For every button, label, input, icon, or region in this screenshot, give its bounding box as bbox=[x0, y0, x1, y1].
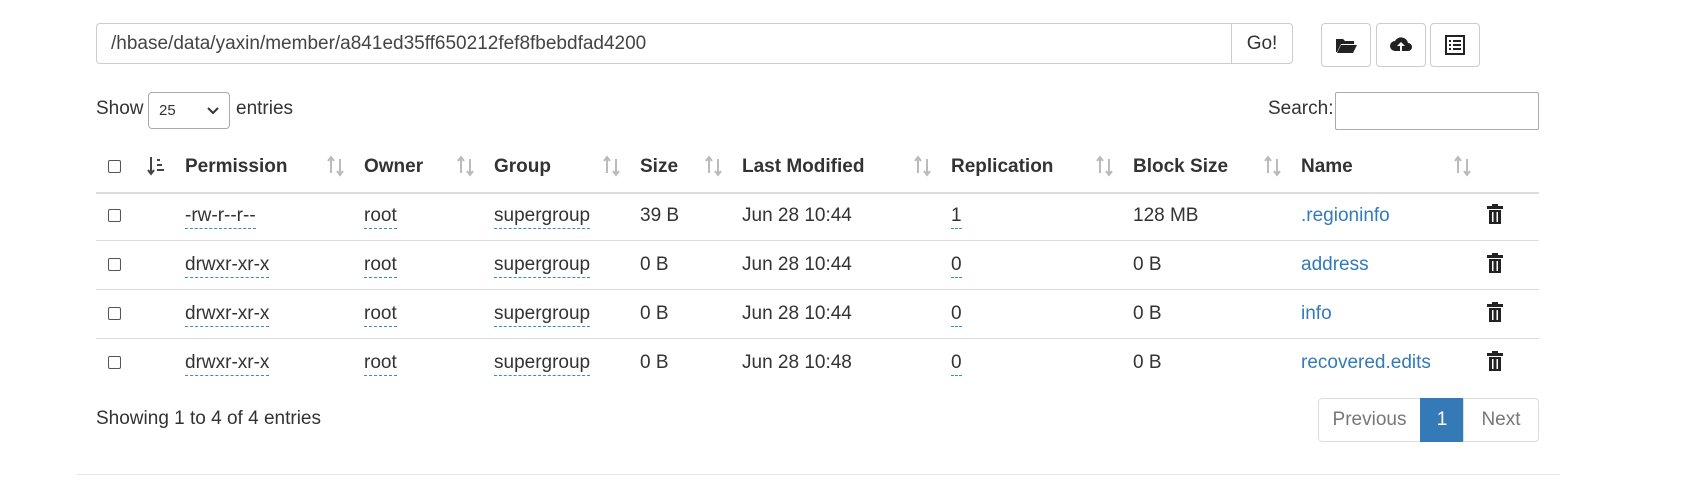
cut-paste-button[interactable] bbox=[1430, 23, 1480, 67]
modified-cell: Jun 28 10:44 bbox=[742, 254, 852, 275]
sort-icon[interactable] bbox=[326, 155, 346, 177]
block-size-cell: 0 B bbox=[1133, 303, 1162, 324]
row-checkbox[interactable] bbox=[108, 258, 121, 271]
trash-icon[interactable] bbox=[1485, 350, 1505, 372]
sort-icon[interactable] bbox=[1453, 155, 1473, 177]
entries-select-value: 25 bbox=[159, 102, 176, 119]
column-permission[interactable]: Permission bbox=[185, 156, 287, 178]
entries-select[interactable]: 25 bbox=[148, 92, 230, 129]
replication-cell[interactable]: 0 bbox=[951, 352, 962, 376]
modified-cell: Jun 28 10:44 bbox=[742, 303, 852, 324]
show-label: Show bbox=[96, 98, 144, 119]
file-name-link[interactable]: address bbox=[1301, 254, 1369, 276]
permission-cell[interactable]: drwxr-xr-x bbox=[185, 352, 270, 376]
size-cell: 39 B bbox=[640, 205, 680, 226]
folder-open-icon bbox=[1336, 39, 1357, 53]
next-page-button[interactable]: Next bbox=[1463, 398, 1539, 442]
replication-cell[interactable]: 0 bbox=[951, 303, 962, 327]
size-cell: 0 B bbox=[640, 352, 669, 373]
file-name-link[interactable]: info bbox=[1301, 303, 1332, 325]
column-block-size[interactable]: Block Size bbox=[1133, 156, 1228, 178]
sort-icon[interactable] bbox=[913, 155, 933, 177]
cloud-upload-icon bbox=[1390, 37, 1412, 51]
select-all-checkbox[interactable] bbox=[108, 160, 121, 173]
owner-cell[interactable]: root bbox=[364, 205, 397, 229]
column-size[interactable]: Size bbox=[640, 156, 678, 178]
sort-icon[interactable] bbox=[704, 155, 724, 177]
bottom-divider bbox=[77, 474, 1560, 475]
permission-cell[interactable]: drwxr-xr-x bbox=[185, 303, 270, 327]
block-size-cell: 128 MB bbox=[1133, 205, 1199, 226]
size-cell: 0 B bbox=[640, 303, 669, 324]
replication-cell[interactable]: 1 bbox=[951, 205, 962, 229]
column-replication[interactable]: Replication bbox=[951, 156, 1053, 178]
group-cell[interactable]: supergroup bbox=[494, 352, 591, 376]
permission-cell[interactable]: -rw-r--r-- bbox=[185, 205, 256, 229]
sort-icon[interactable] bbox=[1263, 155, 1283, 177]
block-size-cell: 0 B bbox=[1133, 254, 1162, 275]
entries-label: entries bbox=[236, 98, 294, 119]
column-owner[interactable]: Owner bbox=[364, 156, 423, 178]
sort-icon[interactable] bbox=[456, 155, 476, 177]
group-cell[interactable]: supergroup bbox=[494, 205, 591, 229]
go-button[interactable]: Go! bbox=[1231, 23, 1293, 64]
column-name[interactable]: Name bbox=[1301, 156, 1353, 178]
modified-cell: Jun 28 10:48 bbox=[742, 352, 852, 373]
sort-ascending-icon[interactable] bbox=[146, 155, 166, 177]
owner-cell[interactable]: root bbox=[364, 303, 397, 327]
row-checkbox[interactable] bbox=[108, 307, 121, 320]
row-checkbox[interactable] bbox=[108, 356, 121, 369]
group-cell[interactable]: supergroup bbox=[494, 303, 591, 327]
trash-icon[interactable] bbox=[1485, 203, 1505, 225]
block-size-cell: 0 B bbox=[1133, 352, 1162, 373]
file-name-link[interactable]: .regioninfo bbox=[1301, 205, 1390, 227]
column-group[interactable]: Group bbox=[494, 156, 551, 178]
upload-button[interactable] bbox=[1376, 23, 1426, 67]
previous-page-button[interactable]: Previous bbox=[1318, 398, 1421, 442]
row-checkbox[interactable] bbox=[108, 209, 121, 222]
file-name-link[interactable]: recovered.edits bbox=[1301, 352, 1431, 374]
owner-cell[interactable]: root bbox=[364, 254, 397, 278]
table-info: Showing 1 to 4 of 4 entries bbox=[96, 408, 321, 429]
trash-icon[interactable] bbox=[1485, 301, 1505, 323]
search-input[interactable] bbox=[1335, 92, 1539, 130]
row-divider bbox=[96, 338, 1539, 339]
modified-cell: Jun 28 10:44 bbox=[742, 205, 852, 226]
owner-cell[interactable]: root bbox=[364, 352, 397, 376]
path-input[interactable]: /hbase/data/yaxin/member/a841ed35ff65021… bbox=[96, 23, 1232, 64]
create-directory-button[interactable] bbox=[1321, 23, 1371, 67]
sort-icon[interactable] bbox=[1095, 155, 1115, 177]
trash-icon[interactable] bbox=[1485, 252, 1505, 274]
chevron-down-icon bbox=[207, 106, 219, 114]
search-label: Search: bbox=[1268, 98, 1334, 119]
row-divider bbox=[96, 240, 1539, 241]
group-cell[interactable]: supergroup bbox=[494, 254, 591, 278]
permission-cell[interactable]: drwxr-xr-x bbox=[185, 254, 270, 278]
replication-cell[interactable]: 0 bbox=[951, 254, 962, 278]
sort-icon[interactable] bbox=[602, 155, 622, 177]
page-1-button[interactable]: 1 bbox=[1420, 398, 1464, 442]
row-divider bbox=[96, 289, 1539, 290]
column-last-modified[interactable]: Last Modified bbox=[742, 156, 864, 178]
size-cell: 0 B bbox=[640, 254, 669, 275]
list-icon bbox=[1445, 35, 1465, 55]
